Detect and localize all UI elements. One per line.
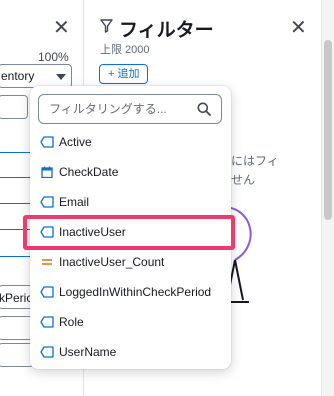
field-box-text: kPeric [0, 291, 33, 305]
field-item-active[interactable]: Active [30, 127, 231, 157]
field-item-label: InactiveUser_Count [59, 255, 165, 269]
field-item-inactiveuser-count[interactable]: InactiveUser_Count [30, 247, 231, 277]
search-icon[interactable] [197, 102, 211, 116]
field-underline [0, 177, 30, 178]
tag-icon [40, 196, 54, 208]
field-underline [0, 203, 30, 204]
filter-limit: 上限 2000 [100, 44, 150, 56]
dataset-select[interactable]: entory [0, 64, 72, 88]
left-input[interactable] [0, 95, 28, 119]
empty-state-text: にはフィ せん [231, 152, 279, 190]
field-item-inactiveuser[interactable]: InactiveUser [30, 217, 231, 247]
empty-state-line: にはフィ [231, 154, 279, 168]
field-item-label: Active [59, 135, 92, 149]
add-filter-button[interactable]: + 追加 [99, 64, 149, 84]
tag-icon [40, 286, 54, 298]
zoom-level: 100% [38, 50, 69, 64]
field-item-label: InactiveUser [59, 225, 126, 239]
caret-down-icon [56, 74, 66, 80]
measure-icon [42, 259, 52, 265]
field-box[interactable] [0, 343, 34, 367]
panel-title: フィルター [119, 20, 214, 41]
close-icon[interactable]: ✕ [290, 18, 307, 38]
field-underline [0, 152, 30, 153]
field-item-label: Email [59, 195, 90, 209]
field-item-role[interactable]: Role [30, 307, 231, 337]
field-box[interactable] [0, 316, 34, 340]
tag-icon [40, 226, 54, 238]
field-dropdown: Active CheckDate Email InactiveUser Inac… [30, 86, 231, 369]
scrollbar-thumb[interactable] [324, 40, 332, 220]
calendar-icon [41, 166, 53, 178]
field-item-loggedinwithincheckperiod[interactable]: LoggedInWithinCheckPeriod [30, 277, 231, 307]
funnel-icon [100, 19, 113, 33]
tag-icon [40, 316, 54, 328]
field-item-label: LoggedInWithinCheckPeriod [59, 285, 212, 299]
field-underline [0, 229, 30, 230]
tag-icon [40, 136, 54, 148]
field-item-username[interactable]: UserName [30, 337, 231, 367]
field-item-email[interactable]: Email [30, 187, 231, 217]
scrollbar[interactable] [321, 0, 334, 396]
field-item-checkdate[interactable]: CheckDate [30, 157, 231, 187]
field-underline [0, 256, 30, 257]
field-item-label: Role [59, 315, 84, 329]
empty-state-line: せん [231, 173, 256, 187]
search-input[interactable] [39, 95, 189, 123]
search-box [38, 94, 222, 124]
dataset-select-value: entory [1, 69, 35, 83]
field-item-label: CheckDate [59, 165, 119, 179]
left-close-icon[interactable]: ✕ [53, 18, 70, 38]
tag-icon [40, 346, 54, 358]
field-item-label: UserName [59, 345, 117, 359]
